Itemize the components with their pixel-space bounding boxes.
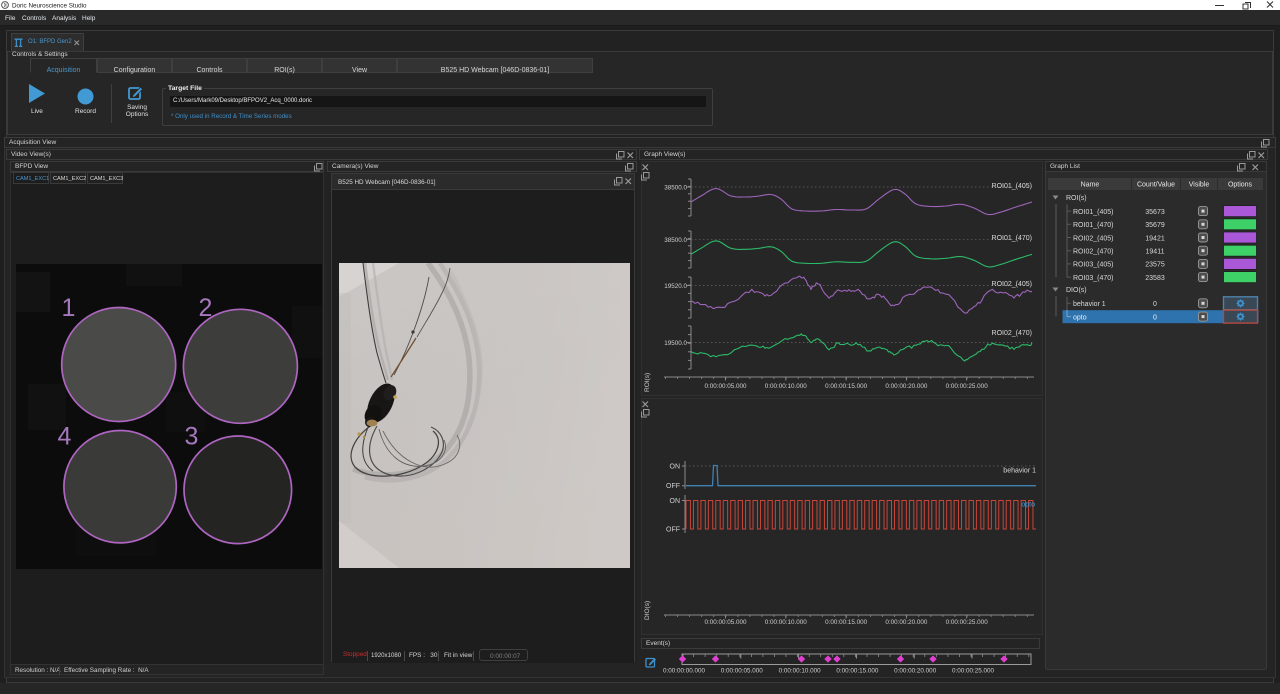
svg-text:ON: ON [670, 464, 681, 471]
svg-text:0:00:00:15.000: 0:00:00:15.000 [825, 383, 868, 390]
svg-text:0:00:00:20.000: 0:00:00:20.000 [885, 619, 928, 626]
svg-text:OFF: OFF [666, 483, 680, 490]
svg-text:ROI(s): ROI(s) [644, 373, 651, 392]
svg-text:0:00:00:10.000: 0:00:00:10.000 [779, 668, 822, 675]
svg-text:ROI(s): ROI(s) [1066, 195, 1087, 202]
svg-text:35673: 35673 [1145, 209, 1165, 216]
svg-text:DIO(s): DIO(s) [644, 601, 651, 620]
svg-text:Visible: Visible [1189, 182, 1210, 189]
svg-text:OFF: OFF [666, 527, 680, 534]
svg-text:0:00:00:05.000: 0:00:00:05.000 [704, 383, 747, 390]
svg-text:0:00:00:20.000: 0:00:00:20.000 [894, 668, 937, 675]
svg-text:4: 4 [58, 423, 72, 451]
svg-text:behavior 1: behavior 1 [1003, 468, 1036, 475]
svg-text:19411: 19411 [1146, 249, 1165, 256]
svg-text:0:00:00:10.000: 0:00:00:10.000 [765, 383, 808, 390]
svg-text:DIO(s): DIO(s) [1066, 287, 1087, 294]
svg-text:23583: 23583 [1145, 275, 1165, 282]
svg-text:0:00:00:15.000: 0:00:00:15.000 [836, 668, 879, 675]
svg-text:0: 0 [1153, 301, 1157, 308]
svg-text:0:00:00:05.000: 0:00:00:05.000 [704, 619, 747, 626]
svg-text:38500.0: 38500.0 [664, 237, 687, 244]
svg-text:opto: opto [1021, 502, 1035, 509]
svg-text:Options: Options [1228, 182, 1253, 189]
svg-text:2: 2 [199, 294, 213, 322]
svg-text:ROI02_(470): ROI02_(470) [1073, 249, 1113, 256]
svg-text:0: 0 [1153, 314, 1157, 321]
svg-text:0:00:00:25.000: 0:00:00:25.000 [946, 383, 989, 390]
svg-text:23575: 23575 [1145, 262, 1165, 269]
svg-text:0:00:00:25.000: 0:00:00:25.000 [946, 619, 989, 626]
svg-text:Doric Neuroscience Studio: Doric Neuroscience Studio [12, 2, 87, 9]
svg-text:ROI03_(470): ROI03_(470) [1073, 275, 1113, 282]
svg-text:opto: opto [1073, 314, 1087, 321]
svg-text:38500.0: 38500.0 [664, 185, 687, 192]
svg-text:ROI02_(405): ROI02_(405) [1073, 235, 1113, 242]
svg-text:ROI03_(405): ROI03_(405) [1073, 262, 1113, 269]
svg-text:0:00:00:05.000: 0:00:00:05.000 [721, 668, 764, 675]
svg-text:0:00:00:00.000: 0:00:00:00.000 [663, 668, 706, 675]
svg-text:0:00:00:15.000: 0:00:00:15.000 [825, 619, 868, 626]
svg-text:1: 1 [62, 294, 76, 322]
svg-text:ROI02_(405): ROI02_(405) [992, 281, 1032, 288]
svg-text:0:00:00:25.000: 0:00:00:25.000 [952, 668, 995, 675]
svg-text:ROI02_(470): ROI02_(470) [992, 330, 1032, 337]
svg-text:ON: ON [670, 498, 681, 505]
svg-text:19421: 19421 [1145, 235, 1165, 242]
svg-text:behavior 1: behavior 1 [1073, 301, 1106, 308]
svg-text:Name: Name [1081, 182, 1100, 189]
svg-text:0:00:00:20.000: 0:00:00:20.000 [885, 383, 928, 390]
svg-text:3: 3 [185, 423, 199, 451]
svg-text:ROI01_(405): ROI01_(405) [992, 183, 1032, 190]
svg-text:ROI01_(405): ROI01_(405) [1073, 209, 1113, 216]
svg-text:ROI01_(470): ROI01_(470) [1073, 222, 1113, 229]
svg-text:0:00:00:10.000: 0:00:00:10.000 [765, 619, 808, 626]
svg-text:35679: 35679 [1145, 222, 1165, 229]
svg-text:Count/Value: Count/Value [1137, 182, 1175, 189]
svg-text:19500.0: 19500.0 [664, 340, 687, 347]
svg-text:ROI01_(470): ROI01_(470) [992, 235, 1032, 242]
svg-text:19520.0: 19520.0 [664, 283, 687, 290]
